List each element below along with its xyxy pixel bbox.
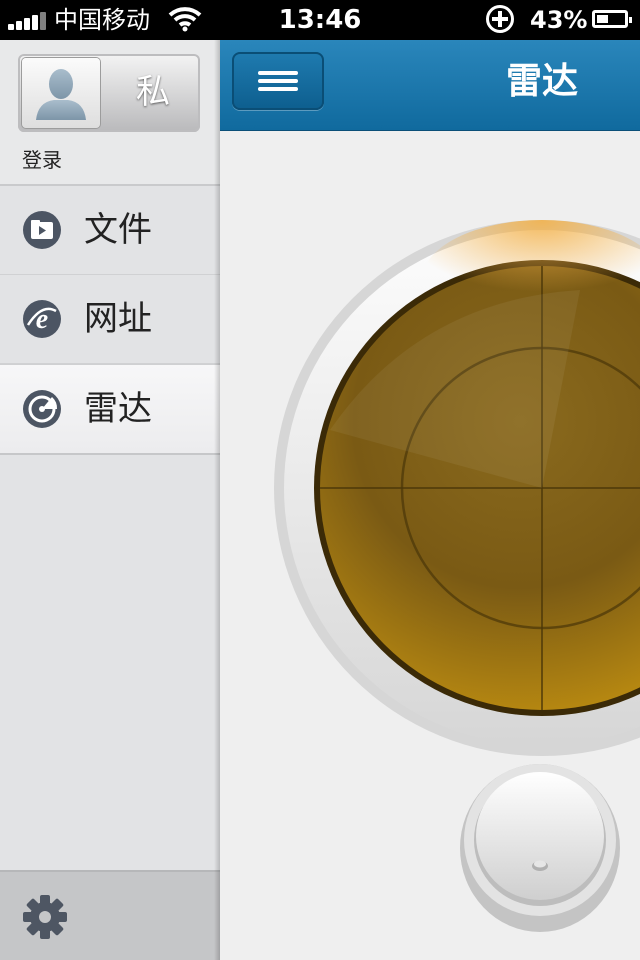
login-link[interactable]: 登录 [22, 144, 62, 173]
status-bar: 中国移动 13:46 43% [0, 0, 640, 40]
battery-percent: 43% [530, 6, 588, 34]
sidebar: 私 登录 文件 e 网址 雷达 [0, 40, 220, 960]
radar-dial [274, 220, 640, 756]
sidebar-item-label: 文件 [84, 210, 152, 250]
sidebar-item-radar[interactable]: 雷达 [0, 364, 220, 455]
radar-icon [23, 390, 61, 428]
user-silhouette-icon [36, 69, 86, 120]
rotation-lock-icon [486, 5, 514, 33]
sidebar-menu: 文件 e 网址 雷达 [0, 186, 220, 455]
page-title: 雷达 [505, 61, 578, 102]
main-panel: 雷达 [220, 40, 640, 960]
battery-icon [592, 10, 632, 28]
account-button[interactable]: 私 [18, 54, 200, 132]
avatar [22, 58, 100, 128]
nav-bar: 雷达 [220, 40, 640, 131]
account-label: 私 [136, 72, 170, 112]
account-panel: 私 登录 [0, 40, 220, 186]
browser-e-icon: e [23, 300, 61, 338]
folder-play-icon [23, 211, 61, 249]
sidebar-item-label: 雷达 [84, 389, 152, 429]
scan-knob-button[interactable] [460, 756, 620, 936]
sidebar-item-files[interactable]: 文件 [0, 186, 220, 275]
sidebar-item-label: 网址 [84, 299, 152, 339]
menu-toggle-button[interactable] [232, 52, 324, 110]
gear-icon[interactable] [22, 894, 68, 940]
sidebar-item-urls[interactable]: e 网址 [0, 275, 220, 364]
sidebar-footer [0, 870, 220, 960]
